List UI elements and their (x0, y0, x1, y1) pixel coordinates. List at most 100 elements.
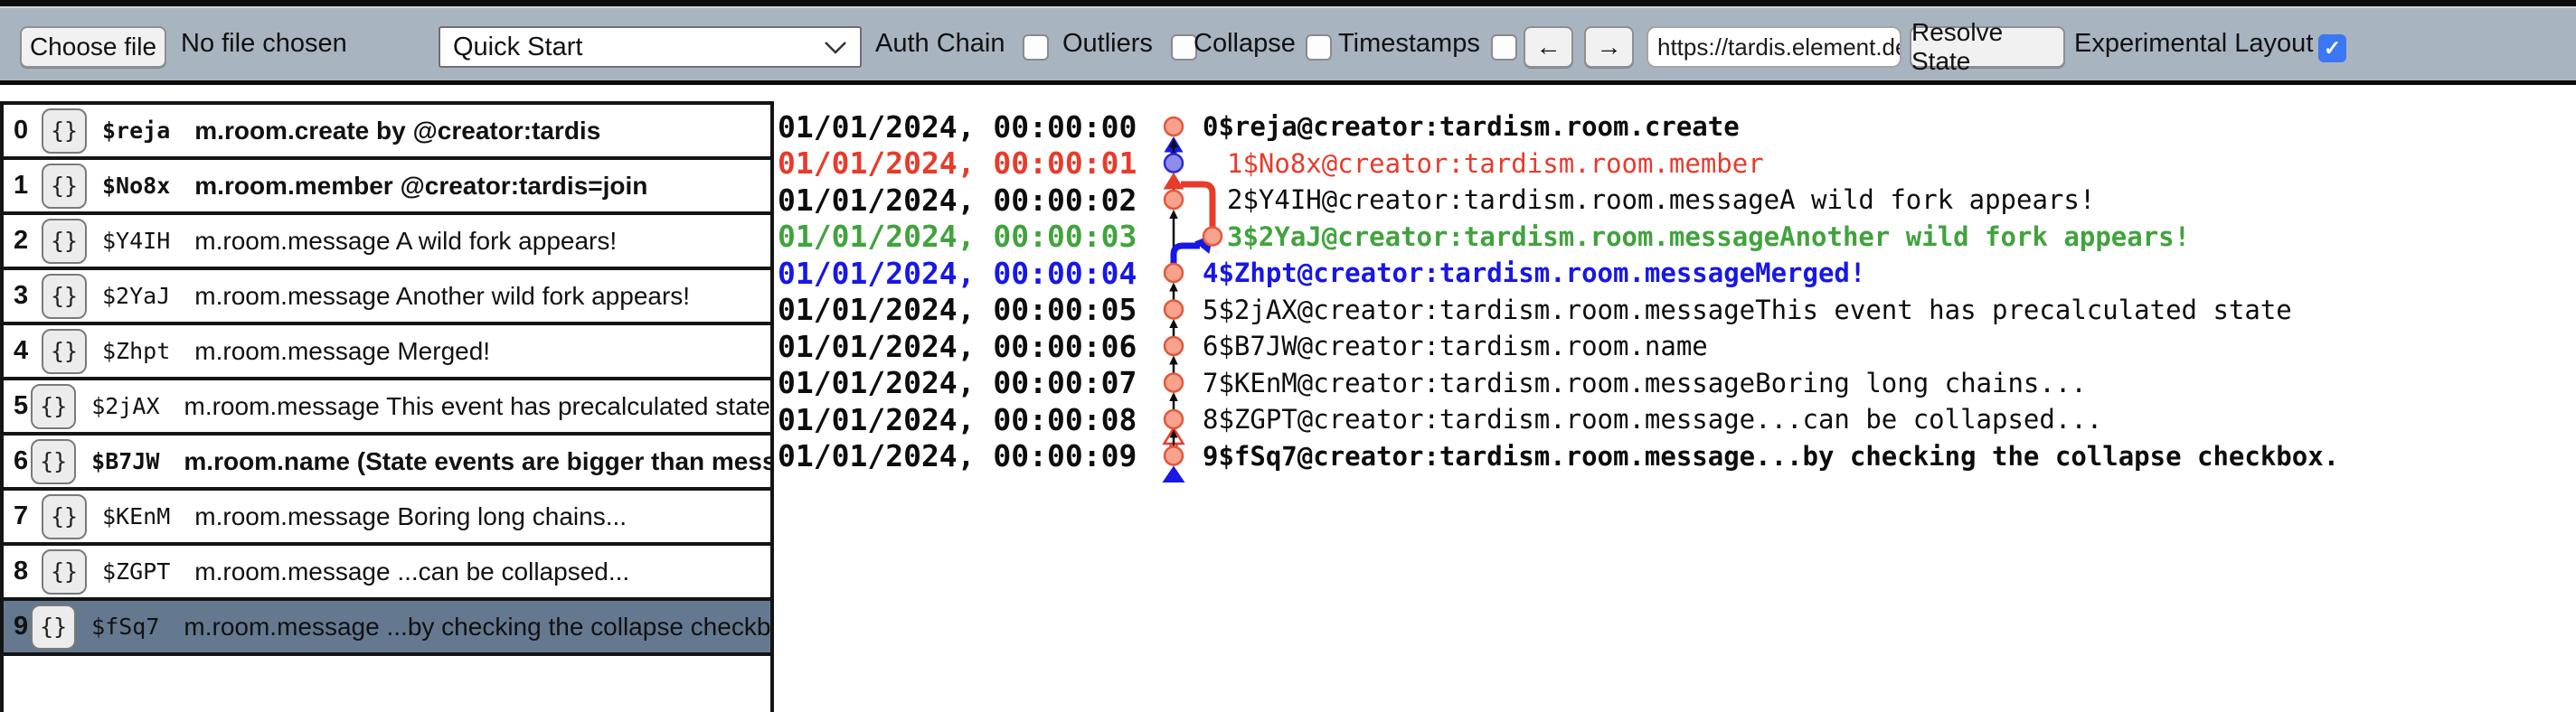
event-list-row-7[interactable]: 7 {} $KEnM m.room.message Boring long ch… (4, 491, 770, 546)
collapse-label: Collapse (1194, 6, 1296, 80)
event-id: $No8x (102, 173, 170, 199)
event-index: 0 (4, 116, 39, 145)
event-id: $B7JW (91, 448, 159, 474)
edge-6-to-5 (1169, 319, 1178, 337)
timestamps-label: Timestamps (1338, 6, 1480, 80)
json-view-button[interactable]: {} (42, 494, 87, 539)
json-view-button[interactable]: {} (42, 164, 87, 209)
json-view-button[interactable]: {} (31, 604, 76, 650)
event-index: 3 (4, 281, 39, 311)
dag-node-4[interactable] (1165, 264, 1183, 282)
edge-1-to-0 (1165, 136, 1184, 155)
event-id: $fSq7 (91, 614, 159, 640)
choose-file-label: Choose file (30, 33, 156, 61)
url-input[interactable]: https://tardis.element.dev (1647, 26, 1901, 68)
event-index: 7 (4, 501, 39, 531)
timeline-event-row-9[interactable]: 9 $fSq7 @creator:tardis m.room.message .… (1203, 438, 2339, 474)
event-list-row-9-selected[interactable]: 9 {} $fSq7 m.room.message ...by checking… (4, 601, 770, 656)
dag-node-7[interactable] (1165, 374, 1183, 392)
event-list-row-3[interactable]: 3 {} $2YaJ m.room.message Another wild f… (4, 270, 770, 325)
timestamp-8: 01/01/2024, 00:00:08 (778, 401, 1137, 437)
no-file-chosen-text: No file chosen (181, 6, 347, 80)
preset-select[interactable]: Quick Start (439, 26, 862, 68)
event-index: 4 (4, 336, 39, 366)
event-id: $2YaJ (102, 283, 170, 309)
timestamp-1: 01/01/2024, 00:00:01 (778, 145, 1137, 182)
event-list-row-1[interactable]: 1 {} $No8x m.room.member @creator:tardis… (4, 160, 770, 215)
timeline-event-row-4[interactable]: 4 $Zhpt @creator:tardis m.room.message M… (1203, 255, 1865, 291)
edge-8-to-7 (1169, 392, 1178, 410)
event-list-panel: 0 {} $reja m.room.create by @creator:tar… (0, 101, 774, 712)
left-arrow-icon: ← (1536, 33, 1562, 61)
event-index: 5 (4, 391, 28, 421)
timeline-event-row-0[interactable]: 0 $reja @creator:tardis m.room.create (1203, 108, 1740, 145)
edge-5-to-4 (1169, 283, 1178, 301)
event-index: 6 (4, 446, 28, 476)
event-description: m.room.member @creator:tardis=join (194, 172, 647, 201)
experimental-layout-label: Experimental Layout (2074, 6, 2313, 80)
incoming-edge-marker (1163, 466, 1185, 483)
event-list-row-6[interactable]: 6 {} $B7JW m.room.name (State events are… (4, 436, 770, 491)
auth-chain-label: Auth Chain (875, 6, 1005, 80)
timeline-event-row-1[interactable]: 1 $No8x @creator:tardis m.room.member (1227, 145, 1764, 182)
event-description: m.room.message A wild fork appears! (194, 227, 617, 256)
event-id: $reja (102, 117, 170, 144)
timeline-event-row-6[interactable]: 6 $B7JW @creator:tardis m.room.name (1203, 328, 1708, 364)
event-description: m.room.message Another wild fork appears… (194, 282, 690, 311)
timeline-event-row-2[interactable]: 2 $Y4IH @creator:tardis m.room.message A… (1227, 182, 2095, 218)
timestamp-5: 01/01/2024, 00:00:05 (778, 292, 1137, 328)
right-arrow-icon: → (1597, 33, 1622, 61)
choose-file-button[interactable]: Choose file (20, 26, 166, 68)
dag-node-9[interactable] (1165, 447, 1183, 465)
check-icon: ✓ (2324, 36, 2341, 61)
event-list-row-4[interactable]: 4 {} $Zhpt m.room.message Merged! (4, 325, 770, 380)
back-button[interactable]: ← (1524, 26, 1573, 68)
timeline-event-row-3[interactable]: 3 $2YaJ @creator:tardis m.room.message A… (1227, 219, 2190, 255)
dag-node-6[interactable] (1165, 337, 1183, 355)
toolbar: Choose file No file chosen Quick Start A… (0, 0, 2576, 85)
dag-node-3[interactable] (1203, 228, 1222, 246)
event-index: 9 (4, 612, 28, 642)
resolve-state-button[interactable]: Resolve State (1910, 26, 2065, 68)
dag-node-8[interactable] (1165, 410, 1183, 428)
json-view-button[interactable]: {} (42, 549, 87, 595)
timeline-event-row-8[interactable]: 8 $ZGPT @creator:tardis m.room.message .… (1203, 401, 2102, 437)
event-description: m.room.message This event has precalcula… (184, 392, 771, 421)
event-id: $2jAX (91, 393, 159, 419)
forward-button[interactable]: → (1584, 26, 1634, 68)
outliers-label: Outliers (1062, 6, 1153, 80)
timestamp-6: 01/01/2024, 00:00:06 (778, 328, 1137, 364)
preset-selected-value: Quick Start (453, 33, 582, 62)
event-list-row-5[interactable]: 5 {} $2jAX m.room.message This event has… (4, 380, 770, 436)
json-view-button[interactable]: {} (42, 274, 87, 319)
json-view-button[interactable]: {} (31, 384, 76, 429)
event-description: m.room.message Merged! (194, 337, 490, 366)
url-value: https://tardis.element.dev (1657, 33, 1901, 61)
event-description: m.room.create by @creator:tardis (194, 117, 600, 145)
dag-node-0[interactable] (1165, 117, 1183, 136)
event-id: $KEnM (102, 503, 170, 529)
event-list-row-0[interactable]: 0 {} $reja m.room.create by @creator:tar… (4, 105, 770, 160)
timeline-event-row-5[interactable]: 5 $2jAX @creator:tardis m.room.message T… (1203, 292, 2292, 328)
timeline-event-row-7[interactable]: 7 $KEnM @creator:tardis m.room.message B… (1203, 365, 2087, 401)
timestamp-9: 01/01/2024, 00:00:09 (778, 438, 1137, 474)
dag-node-1[interactable] (1165, 155, 1183, 173)
experimental-layout-checkbox[interactable]: ✓ (2318, 34, 2346, 62)
dag-node-2[interactable] (1165, 191, 1183, 209)
dag-node-5[interactable] (1165, 301, 1183, 319)
json-view-button[interactable]: {} (31, 439, 76, 484)
json-view-button[interactable]: {} (42, 108, 87, 154)
event-description: m.room.message ...by checking the collap… (184, 613, 770, 642)
event-list-row-8[interactable]: 8 {} $ZGPT m.room.message ...can be coll… (4, 546, 770, 601)
resolve-state-label: Resolve State (1911, 18, 2063, 76)
event-list-row-2[interactable]: 2 {} $Y4IH m.room.message A wild fork ap… (4, 215, 770, 270)
json-view-button[interactable]: {} (42, 329, 87, 374)
event-id: $ZGPT (102, 558, 170, 585)
timestamp-3: 01/01/2024, 00:00:03 (778, 219, 1137, 255)
collapse-checkbox[interactable] (1306, 34, 1332, 61)
edge-7-to-6 (1169, 356, 1178, 374)
json-view-button[interactable]: {} (42, 219, 87, 264)
auth-chain-checkbox[interactable] (1023, 34, 1049, 61)
timestamps-checkbox[interactable] (1491, 34, 1517, 61)
timestamp-2: 01/01/2024, 00:00:02 (778, 182, 1137, 218)
